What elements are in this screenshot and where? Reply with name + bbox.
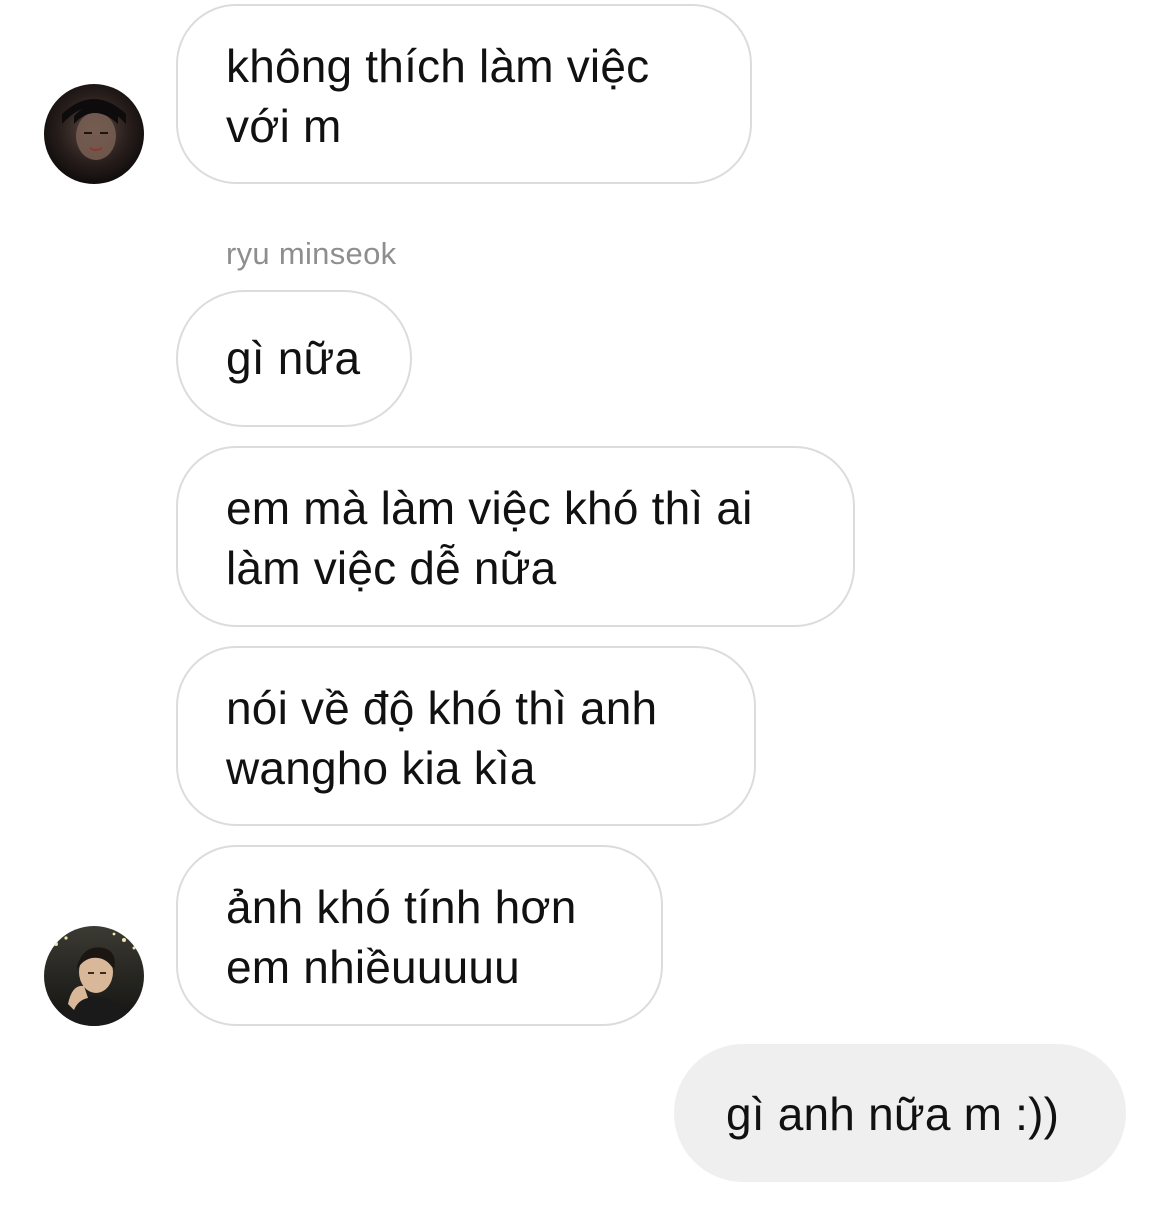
avatar-first-sender[interactable] [44,84,144,184]
message-bubble-outgoing[interactable]: gì anh nữa m :)) [674,1044,1126,1182]
message-bubble-incoming[interactable]: em mà làm việc khó thì ai làm việc dễ nữ… [176,446,855,627]
message-bubble-incoming[interactable]: nói về độ khó thì anh wangho kia kìa [176,646,756,826]
message-bubble-incoming[interactable]: ảnh khó tính hơn em nhiềuuuuu [176,845,663,1026]
message-bubble-incoming[interactable]: không thích làm việc với m [176,4,752,184]
avatar-photo-icon [44,926,144,1026]
avatar-photo-icon [44,84,144,184]
sender-name: ryu minseok [226,236,397,271]
avatar-second-sender[interactable] [44,926,144,1026]
message-bubble-incoming[interactable]: gì nữa [176,290,412,427]
